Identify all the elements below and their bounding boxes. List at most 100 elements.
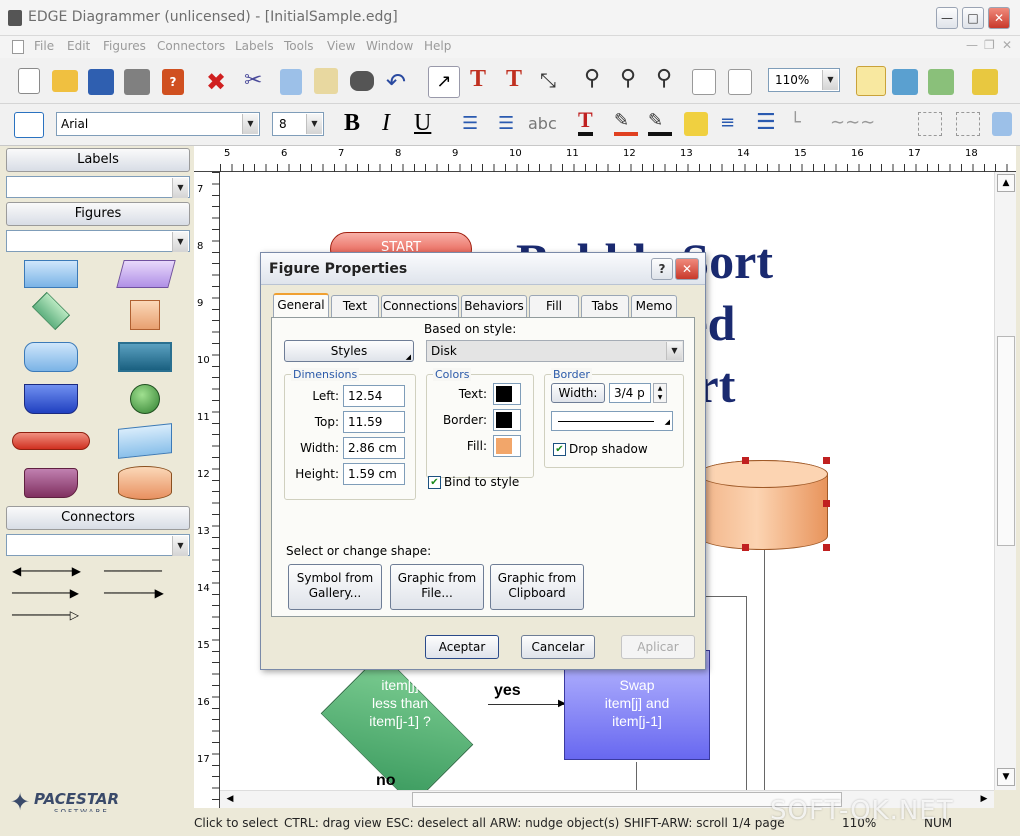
scroll-up-icon[interactable]: ▲ bbox=[997, 174, 1015, 192]
figures-panel-header[interactable]: Figures bbox=[6, 202, 190, 226]
italic-button[interactable]: I bbox=[382, 110, 390, 137]
menu-tools[interactable]: Tools bbox=[284, 39, 314, 53]
layer-icon[interactable] bbox=[992, 112, 1012, 136]
labels-combo[interactable]: ▼ bbox=[6, 176, 190, 198]
rectangle-shape[interactable] bbox=[24, 260, 78, 288]
scroll-left-icon[interactable]: ◀ bbox=[222, 792, 238, 807]
tab-memo[interactable]: Memo bbox=[631, 295, 677, 317]
arrange-icon[interactable] bbox=[892, 69, 918, 95]
menu-figures[interactable]: Figures bbox=[103, 39, 146, 53]
text-tool-icon[interactable]: T bbox=[470, 66, 486, 93]
find-icon[interactable] bbox=[350, 71, 374, 91]
scroll-thumb[interactable] bbox=[997, 336, 1015, 546]
trapezoid-shape[interactable] bbox=[24, 384, 78, 414]
tab-behaviors[interactable]: Behaviors bbox=[461, 295, 527, 317]
align-justify-icon[interactable]: ☰ bbox=[498, 113, 514, 134]
tab-fill[interactable]: Fill bbox=[529, 295, 579, 317]
line-color-icon[interactable]: ✎ bbox=[648, 110, 672, 136]
height-field[interactable]: 1.59 cm bbox=[343, 463, 405, 485]
undo-icon[interactable]: ↶ bbox=[386, 68, 406, 96]
fill-color-icon[interactable]: ✎ bbox=[614, 110, 638, 136]
connectors-combo[interactable]: ▼ bbox=[6, 534, 190, 556]
bold-button[interactable]: B bbox=[344, 110, 360, 137]
symbol-from-gallery-button[interactable]: Symbol from Gallery... bbox=[288, 564, 382, 610]
labels-panel-header[interactable]: Labels bbox=[6, 148, 190, 172]
menu-window[interactable]: Window bbox=[366, 39, 413, 53]
dialog-close-button[interactable]: ✕ bbox=[675, 258, 699, 280]
square-shape[interactable] bbox=[130, 300, 160, 330]
diamond-shape[interactable] bbox=[31, 291, 71, 331]
zoom-icon[interactable]: ⚲ bbox=[584, 66, 600, 91]
border-width-field[interactable]: 3/4 p bbox=[609, 383, 651, 403]
zoom-in-icon[interactable]: ⚲ bbox=[620, 66, 636, 91]
width-field[interactable]: 2.86 cm bbox=[343, 437, 405, 459]
disk-shape[interactable] bbox=[118, 466, 172, 500]
properties-icon[interactable] bbox=[14, 112, 44, 138]
arrow-connector-2[interactable]: ───────▶ bbox=[104, 586, 164, 600]
copy-icon[interactable] bbox=[280, 69, 302, 95]
delete-icon[interactable]: ✖ bbox=[206, 68, 226, 96]
hexagon-shape[interactable] bbox=[24, 342, 78, 372]
tab-connections[interactable]: Connections bbox=[381, 295, 459, 317]
menu-labels[interactable]: Labels bbox=[235, 39, 274, 53]
connector-line[interactable] bbox=[764, 550, 765, 790]
menu-file[interactable]: File bbox=[34, 39, 54, 53]
graphic-from-file-button[interactable]: Graphic from File... bbox=[390, 564, 484, 610]
tab-text[interactable]: Text bbox=[331, 295, 379, 317]
figures-combo[interactable]: ▼ bbox=[6, 230, 190, 252]
circle-shape[interactable] bbox=[130, 384, 160, 414]
select-pointer-icon[interactable]: ↗ bbox=[428, 66, 460, 98]
line-route-icon[interactable]: └ bbox=[790, 112, 801, 133]
scroll-down-icon[interactable]: ▼ bbox=[997, 768, 1015, 786]
left-field[interactable]: 12.54 cm bbox=[343, 385, 405, 423]
curve-icon[interactable]: ∼∼∼ bbox=[830, 112, 875, 133]
border-width-button[interactable]: Width: bbox=[551, 383, 605, 403]
top-field[interactable]: 11.59 cm bbox=[343, 411, 405, 449]
minimize-button[interactable]: — bbox=[936, 7, 958, 29]
text-color-swatch[interactable] bbox=[493, 383, 521, 405]
tab-general[interactable]: General bbox=[273, 293, 329, 317]
selection-handle[interactable] bbox=[823, 544, 830, 551]
arrow-connector[interactable]: ────────▶ bbox=[12, 586, 79, 600]
menu-connectors[interactable]: Connectors bbox=[157, 39, 225, 53]
bind-to-style-checkbox[interactable]: ✔ bbox=[428, 476, 441, 489]
print-icon[interactable] bbox=[124, 69, 150, 95]
mdi-close-icon[interactable]: ✕ bbox=[1002, 38, 1012, 52]
zoom-out-icon[interactable]: ⚲ bbox=[656, 66, 672, 91]
parallelogram-shape[interactable] bbox=[116, 260, 176, 288]
align-center-icon[interactable]: ☰ bbox=[462, 113, 478, 134]
size-select[interactable]: 8 ▼ bbox=[272, 112, 324, 136]
open-arrow-connector[interactable]: ────────▷ bbox=[12, 608, 79, 622]
zoom-fit-icon[interactable] bbox=[692, 69, 716, 95]
vertical-scrollbar[interactable]: ▲ ▼ bbox=[994, 172, 1016, 790]
maximize-button[interactable]: □ bbox=[962, 7, 984, 29]
selection-handle[interactable] bbox=[823, 500, 830, 507]
bevel-shape[interactable] bbox=[118, 342, 172, 372]
line-weight-icon[interactable]: ☰ bbox=[756, 110, 776, 135]
group-icon[interactable] bbox=[918, 112, 942, 136]
save-icon[interactable] bbox=[88, 69, 114, 95]
export-icon[interactable] bbox=[972, 69, 998, 95]
connect-tool-icon[interactable]: ⤡ bbox=[540, 68, 556, 92]
manual-input-shape[interactable] bbox=[118, 423, 172, 459]
menu-help[interactable]: Help bbox=[424, 39, 451, 53]
fill-color-swatch[interactable] bbox=[493, 435, 521, 457]
mdi-min-icon[interactable]: — bbox=[966, 38, 978, 52]
cancel-button[interactable]: Cancelar bbox=[521, 635, 595, 659]
strike-button[interactable]: abc bbox=[528, 114, 557, 133]
connector-line[interactable] bbox=[488, 704, 564, 705]
double-arrow-connector[interactable]: ◀───────▶ bbox=[12, 564, 81, 578]
zoom-page-icon[interactable] bbox=[728, 69, 752, 95]
tab-tabs[interactable]: Tabs bbox=[581, 295, 629, 317]
graphic-from-clipboard-button[interactable]: Graphic from Clipboard bbox=[490, 564, 584, 610]
selection-handle[interactable] bbox=[742, 544, 749, 551]
text-label-icon[interactable]: T bbox=[506, 66, 522, 93]
drop-shadow-checkbox[interactable]: ✔ bbox=[553, 443, 566, 456]
spinner-icon[interactable]: ▲ ▼ bbox=[653, 383, 667, 403]
paste-icon[interactable] bbox=[314, 68, 338, 94]
style-select[interactable]: Disk ▼ bbox=[426, 340, 684, 362]
connector-line[interactable] bbox=[636, 762, 637, 790]
line-connector[interactable]: ──────── bbox=[104, 564, 162, 578]
border-color-swatch[interactable] bbox=[493, 409, 521, 431]
help-icon[interactable]: ? bbox=[162, 69, 184, 95]
